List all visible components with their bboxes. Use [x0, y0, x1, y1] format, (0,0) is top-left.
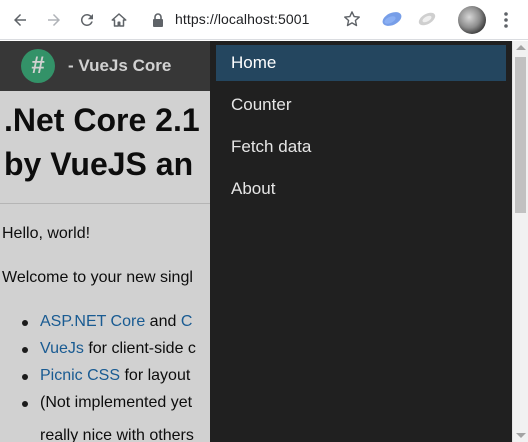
- menu-item-home[interactable]: Home: [216, 45, 506, 81]
- side-menu: Home Counter Fetch data About: [210, 41, 512, 442]
- menu-item-about[interactable]: About: [216, 171, 506, 207]
- profile-avatar[interactable]: [458, 6, 486, 34]
- scrollbar-thumb[interactable]: [515, 57, 526, 213]
- menu-item-fetch-data[interactable]: Fetch data: [216, 129, 506, 165]
- reload-icon[interactable]: [75, 8, 99, 32]
- back-arrow-icon[interactable]: [8, 8, 32, 32]
- home-icon[interactable]: [107, 8, 131, 32]
- menu-item-counter[interactable]: Counter: [216, 87, 506, 123]
- scroll-up-arrow-icon[interactable]: [516, 45, 526, 50]
- url-bar[interactable]: https://localhost:5001: [175, 11, 310, 27]
- extension-icon[interactable]: [380, 9, 404, 29]
- menu-item-label: Counter: [231, 95, 292, 114]
- vertical-scrollbar[interactable]: [512, 41, 528, 442]
- menu-item-label: Home: [231, 53, 277, 72]
- scroll-down-arrow-icon[interactable]: [516, 433, 526, 438]
- forward-arrow-icon[interactable]: [42, 8, 66, 32]
- star-icon[interactable]: [342, 9, 362, 29]
- lock-icon[interactable]: [152, 13, 164, 27]
- menu-item-label: Fetch data: [231, 137, 312, 156]
- menu-kebab-icon[interactable]: [498, 10, 514, 30]
- page-viewport: # - VueJs Core .Net Core 2.1 by VueJS an…: [0, 41, 512, 442]
- extension-icon[interactable]: [416, 10, 438, 28]
- menu-item-label: About: [231, 179, 276, 198]
- browser-toolbar: https://localhost:5001: [0, 0, 528, 40]
